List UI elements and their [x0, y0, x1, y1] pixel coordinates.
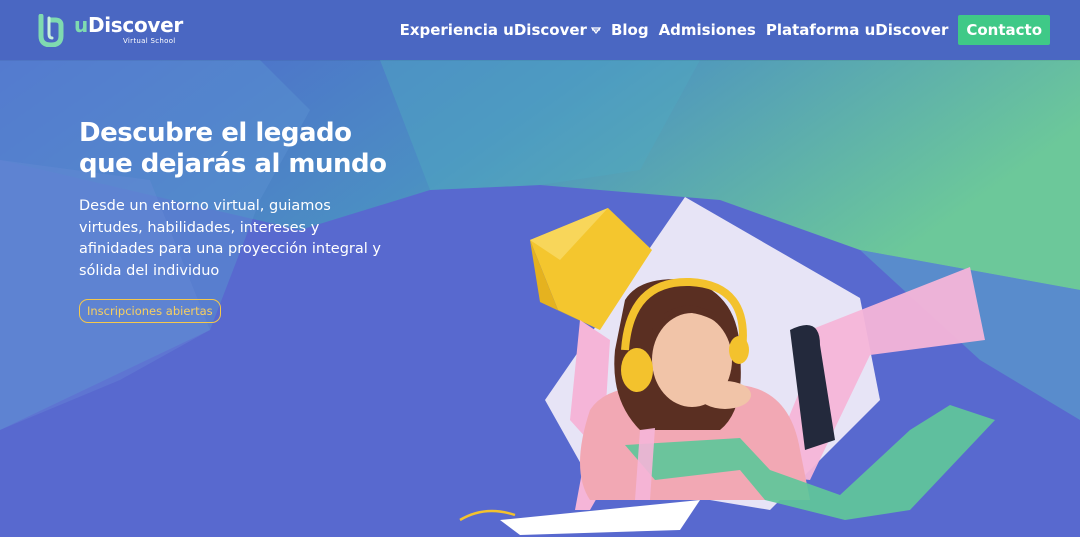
- girl-with-headphones-image: [459, 197, 995, 535]
- main-nav: Experiencia uDiscover Blog Admisiones Pl…: [390, 15, 1050, 45]
- nav-item-experiencia[interactable]: Experiencia uDiscover: [400, 15, 601, 45]
- nav-item-label: Plataforma uDiscover: [765, 21, 949, 39]
- brand-name-prefix: u: [74, 13, 88, 37]
- brand-name-rest: Discover: [87, 13, 183, 37]
- udiscover-logo-icon: [38, 14, 64, 47]
- enrollment-button[interactable]: Inscripciones abiertas: [79, 299, 221, 323]
- hero-illustration: [440, 180, 1080, 537]
- brand-tagline: Virtual School: [123, 37, 176, 45]
- brand-logo[interactable]: uDiscover Virtual School: [38, 13, 188, 49]
- nav-item-label: Blog: [610, 21, 649, 39]
- nav-item-label: Experiencia uDiscover: [399, 21, 587, 39]
- hero-title: Descubre el legado que dejarás al mundo: [79, 118, 387, 179]
- hero-section: Descubre el legado que dejarás al mundo …: [79, 118, 409, 323]
- contact-button[interactable]: Contacto: [958, 15, 1050, 45]
- site-header: uDiscover Virtual School Experiencia uDi…: [0, 0, 1080, 60]
- nav-item-plataforma[interactable]: Plataforma uDiscover: [766, 15, 949, 45]
- tablet-device: [500, 500, 700, 535]
- brand-name: uDiscover: [74, 13, 183, 37]
- nav-item-blog[interactable]: Blog: [611, 15, 649, 45]
- caret-down-icon: [590, 27, 601, 35]
- nav-item-label: Admisiones: [658, 21, 756, 39]
- girl-hand: [699, 381, 751, 409]
- hero-description: Desde un entorno virtual, guiamos virtud…: [79, 198, 381, 279]
- nav-item-admisiones[interactable]: Admisiones: [659, 15, 756, 45]
